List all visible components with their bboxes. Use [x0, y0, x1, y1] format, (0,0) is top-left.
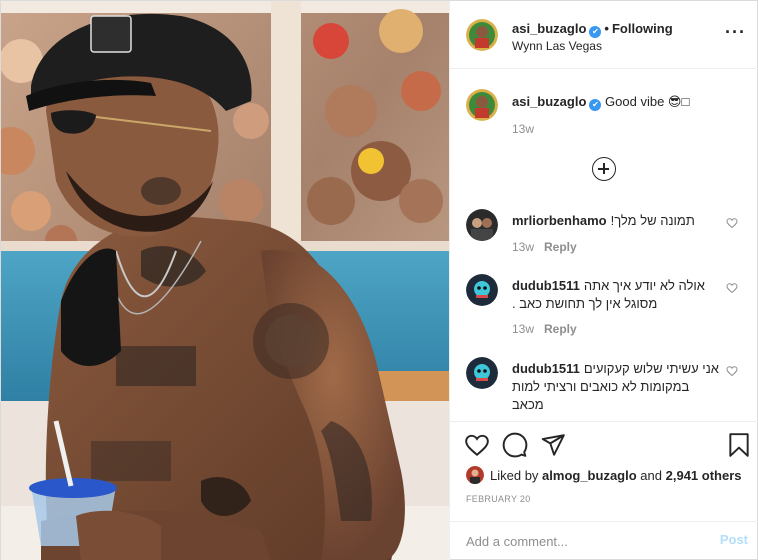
add-comment-bar: Post — [450, 521, 758, 560]
post-actions: Liked by almog_buzaglo and 2,941 others … — [450, 421, 758, 521]
comment-time[interactable]: 13w — [512, 322, 534, 336]
post-header: asi_buzaglo ✔ • Following Wynn Las Vegas ··… — [450, 1, 758, 69]
verified-badge-icon: ✔ — [589, 26, 602, 38]
author-username[interactable]: asi_buzaglo — [512, 21, 586, 36]
caption-avatar[interactable] — [466, 89, 498, 121]
plus-circle-icon[interactable] — [592, 157, 616, 181]
reply-button[interactable]: Reply — [544, 240, 577, 254]
liker-avatar[interactable] — [466, 466, 484, 484]
post-date[interactable]: FEBRUARY 20 — [466, 494, 531, 504]
comments-list[interactable]: asi_buzaglo ✔ Good vibe 😎□ 13w mrliorbenh… — [450, 69, 758, 421]
commenter-avatar[interactable] — [466, 357, 498, 389]
verified-badge-icon: ✔ — [589, 99, 602, 111]
likes-connector: and — [640, 468, 662, 483]
heart-icon[interactable] — [464, 432, 490, 458]
heart-icon[interactable] — [726, 217, 738, 229]
comment-username[interactable]: dudub1511 — [512, 278, 580, 293]
comment-text: תמונה של מלך! — [610, 213, 695, 228]
commenter-avatar[interactable] — [466, 274, 498, 306]
heart-icon[interactable] — [726, 282, 738, 294]
post-photo[interactable] — [1, 1, 449, 560]
instagram-post: asi_buzaglo ✔ • Following Wynn Las Vegas ··… — [0, 0, 758, 560]
send-icon[interactable] — [540, 432, 566, 458]
caption-username[interactable]: asi_buzaglo — [512, 94, 586, 109]
comment-time[interactable]: 13w — [512, 240, 534, 254]
commenter-avatar[interactable] — [466, 209, 498, 241]
bookmark-icon[interactable] — [726, 432, 752, 458]
author-avatar[interactable] — [466, 19, 498, 51]
caption-time[interactable]: 13w — [512, 122, 534, 136]
post-comment-button[interactable]: Post — [720, 532, 748, 547]
caption: asi_buzaglo ✔ Good vibe 😎□ — [512, 94, 689, 111]
likes-others[interactable]: 2,941 others — [666, 468, 742, 483]
comment-username[interactable]: mrliorbenhamo — [512, 213, 607, 228]
reply-button[interactable]: Reply — [544, 322, 577, 336]
likes-summary: Liked by almog_buzaglo and 2,941 others — [466, 466, 742, 484]
following-button[interactable]: Following — [612, 21, 673, 36]
comment-input[interactable] — [466, 530, 696, 552]
comment-icon[interactable] — [502, 432, 528, 458]
liker-username[interactable]: almog_buzaglo — [542, 468, 637, 483]
location-link[interactable]: Wynn Las Vegas — [512, 39, 602, 53]
likes-prefix: Liked by — [490, 468, 539, 483]
photo-image — [1, 1, 449, 560]
heart-icon[interactable] — [726, 365, 738, 377]
post-sidebar: asi_buzaglo ✔ • Following Wynn Las Vegas ··… — [449, 1, 758, 560]
comment-username[interactable]: dudub1511 — [512, 361, 580, 376]
more-horizontal-icon[interactable]: ··· — [725, 23, 746, 41]
caption-text: Good vibe 😎□ — [605, 94, 690, 109]
header-separator: • — [604, 21, 609, 36]
